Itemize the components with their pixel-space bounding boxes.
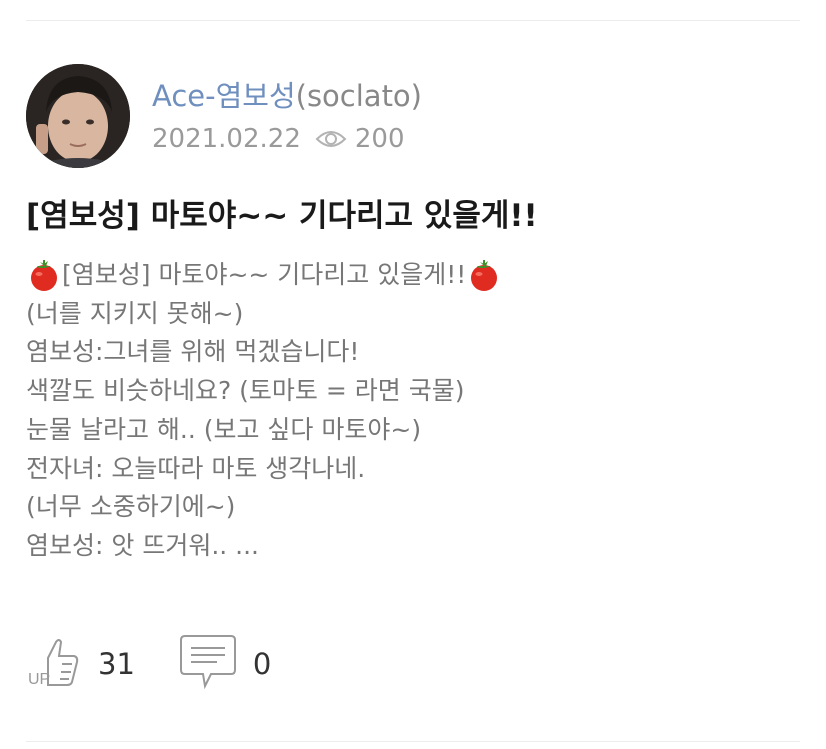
tomato-icon [466, 257, 502, 293]
body-line: [염보성] 마토야~~ 기다리고 있을게!! [26, 256, 806, 295]
post-title: [염보성] 마토야~~ 기다리고 있을게!! [26, 198, 538, 234]
avatar[interactable] [26, 64, 130, 168]
like-button[interactable]: UP 31 [26, 634, 135, 694]
comment-bubble-icon [177, 634, 237, 694]
author-row: Ace-염보성(soclato) 2021.02.22 200 [26, 63, 422, 169]
author-name[interactable]: Ace-염보성 [152, 79, 296, 113]
body-line: 염보성:그녀를 위해 먹겠습니다! [26, 337, 360, 367]
comment-count: 0 [252, 647, 272, 681]
tomato-icon [26, 257, 62, 293]
post-date: 2021.02.22 [152, 124, 301, 154]
avatar-photo [26, 64, 130, 168]
body-line: 염보성: 앗 뜨거워.. ... [26, 530, 259, 560]
body-line: 눈물 날라고 해.. (보고 싶다 마토야~) [26, 414, 422, 444]
body-line: (너무 소중하기에~) [26, 492, 236, 522]
like-count: 31 [98, 647, 135, 681]
thumbs-up-icon: UP [26, 634, 82, 694]
body-line-text: [염보성] 마토야~~ 기다리고 있을게!! [62, 260, 467, 289]
post-actions: UP 31 0 [26, 634, 271, 694]
post-body: [염보성] 마토야~~ 기다리고 있을게!! (너를 지키지 못해~) 염보성:… [26, 256, 806, 566]
author-info: Ace-염보성(soclato) 2021.02.22 200 [152, 78, 422, 154]
meta-line: 2021.02.22 200 [152, 124, 422, 154]
body-line: 전자녀: 오늘따라 마토 생각나네. [26, 453, 366, 483]
body-line: (너를 지키지 못해~) [26, 298, 244, 328]
author-id: (soclato) [295, 79, 422, 113]
like-icon-label: UP [28, 671, 50, 688]
body-line: 색깔도 비슷하네요? (토마토 = 라면 국물) [26, 376, 465, 406]
eye-icon [315, 128, 347, 150]
top-divider [26, 20, 800, 21]
comment-button[interactable]: 0 [177, 634, 271, 694]
view-count: 200 [354, 124, 405, 154]
bottom-divider [26, 741, 800, 742]
author-line[interactable]: Ace-염보성(soclato) [152, 78, 422, 114]
